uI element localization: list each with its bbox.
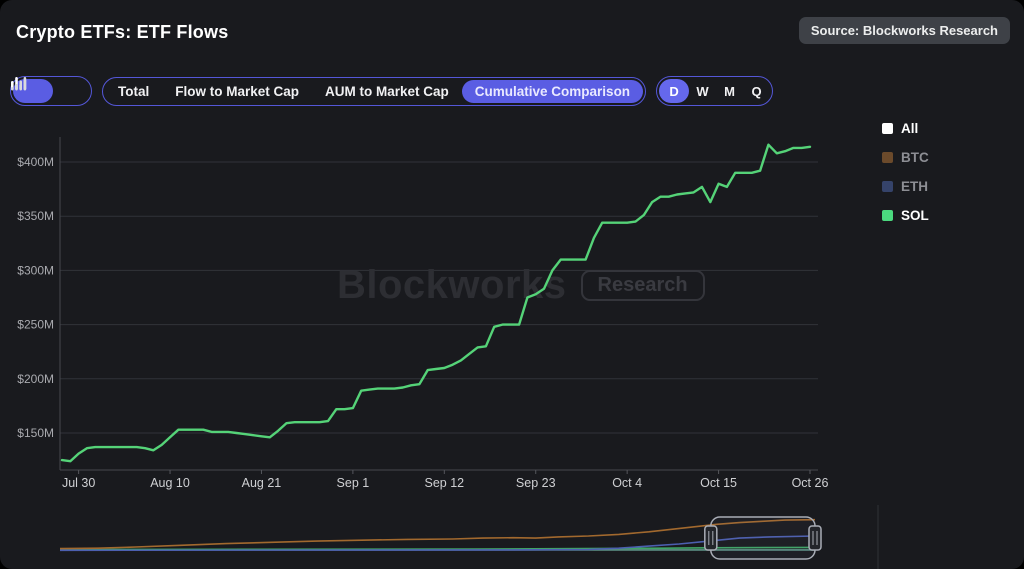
metric-tabs-group: Total Flow to Market Cap AUM to Market C… (102, 77, 646, 106)
period-toggle-group: D W M Q (656, 76, 773, 106)
navigator-line-sol (60, 547, 815, 549)
svg-text:Oct 4: Oct 4 (612, 476, 642, 490)
legend-item-eth[interactable]: ETH (882, 176, 929, 197)
svg-text:$200M: $200M (17, 372, 54, 386)
legend-swatch-all (882, 123, 893, 134)
tab-flow-to-market-cap[interactable]: Flow to Market Cap (162, 80, 312, 103)
brush-handle-right[interactable] (809, 526, 821, 550)
legend-label-sol: SOL (901, 208, 929, 223)
svg-text:Oct 15: Oct 15 (700, 476, 737, 490)
legend-swatch-btc (882, 152, 893, 163)
legend-label-eth: ETH (901, 179, 928, 194)
tab-cumulative-comparison[interactable]: Cumulative Comparison (462, 80, 643, 103)
period-month-button[interactable]: M (716, 79, 743, 103)
legend-swatch-eth (882, 181, 893, 192)
svg-text:$250M: $250M (17, 318, 54, 332)
svg-text:Jul 30: Jul 30 (62, 476, 95, 490)
navigator-line-eth (60, 536, 815, 550)
svg-text:Aug 21: Aug 21 (242, 476, 282, 490)
svg-text:$150M: $150M (17, 426, 54, 440)
tab-aum-to-market-cap[interactable]: AUM to Market Cap (312, 80, 462, 103)
source-badge: Source: Blockworks Research (799, 17, 1010, 44)
svg-text:Sep 23: Sep 23 (516, 476, 556, 490)
legend-item-sol[interactable]: SOL (882, 205, 929, 226)
ascending-bars-type-button[interactable] (53, 79, 89, 103)
period-quarter-button[interactable]: Q (743, 79, 770, 103)
legend-swatch-sol (882, 210, 893, 221)
watermark: Blockworks Research (337, 263, 705, 308)
watermark-brand: Blockworks (337, 263, 567, 308)
svg-text:Aug 10: Aug 10 (150, 476, 190, 490)
svg-text:Sep 1: Sep 1 (337, 476, 370, 490)
svg-text:$350M: $350M (17, 209, 54, 223)
page-title: Crypto ETFs: ETF Flows (16, 22, 228, 43)
chart-card: $150M $200M $250M $300M $350M $400M Jul 30 Aug … (0, 0, 1024, 569)
navigator-brush[interactable] (711, 517, 815, 559)
period-day-button[interactable]: D (659, 79, 689, 103)
legend-label-all: All (901, 121, 918, 136)
legend-label-btc: BTC (901, 150, 929, 165)
toolbar: Total Flow to Market Cap AUM to Market C… (10, 76, 773, 106)
brush-handle-left[interactable] (705, 526, 717, 550)
ascending-bars-icon (10, 76, 28, 92)
legend-item-all[interactable]: All (882, 118, 929, 139)
watermark-research-box: Research (581, 270, 705, 301)
svg-text:$300M: $300M (17, 263, 54, 277)
navigator-line-btc (60, 520, 815, 549)
svg-text:$400M: $400M (17, 155, 54, 169)
chart-type-toggle-group (10, 76, 92, 106)
svg-text:Oct 26: Oct 26 (792, 476, 829, 490)
legend-item-btc[interactable]: BTC (882, 147, 929, 168)
period-week-button[interactable]: W (689, 79, 716, 103)
tab-total[interactable]: Total (105, 80, 162, 103)
svg-text:Sep 12: Sep 12 (424, 476, 464, 490)
legend: All BTC ETH SOL (882, 118, 929, 226)
